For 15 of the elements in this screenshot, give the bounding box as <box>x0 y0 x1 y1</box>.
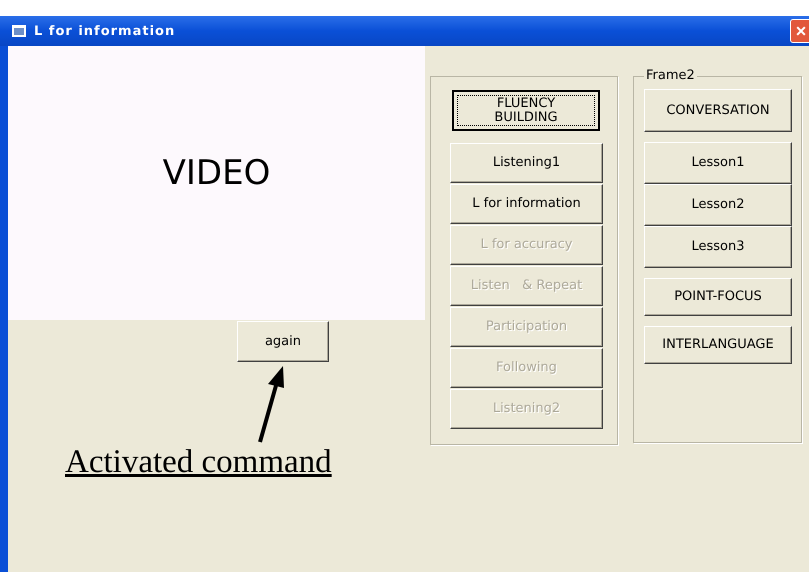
menu-button[interactable]: FLUENCY BUILDING <box>452 90 600 131</box>
annotation-text: Activated command <box>65 444 332 481</box>
window-title: L for information <box>34 24 176 38</box>
close-button[interactable]: × <box>790 19 809 43</box>
lesson-button[interactable]: INTERLANGUAGE <box>644 326 792 364</box>
lesson-button[interactable]: POINT-FOCUS <box>644 278 792 316</box>
lesson-button[interactable]: Lesson1 <box>644 142 792 184</box>
window-icon <box>12 25 26 37</box>
video-label: VIDEO <box>162 153 270 193</box>
lesson-button[interactable]: Lesson3 <box>644 226 792 268</box>
lesson-button[interactable]: Lesson2 <box>644 184 792 226</box>
menu-button[interactable]: Listening1 <box>450 143 603 183</box>
menu-button[interactable]: L for information <box>450 184 603 224</box>
again-button[interactable]: again <box>237 321 329 362</box>
lesson-button[interactable]: CONVERSATION <box>644 89 792 132</box>
